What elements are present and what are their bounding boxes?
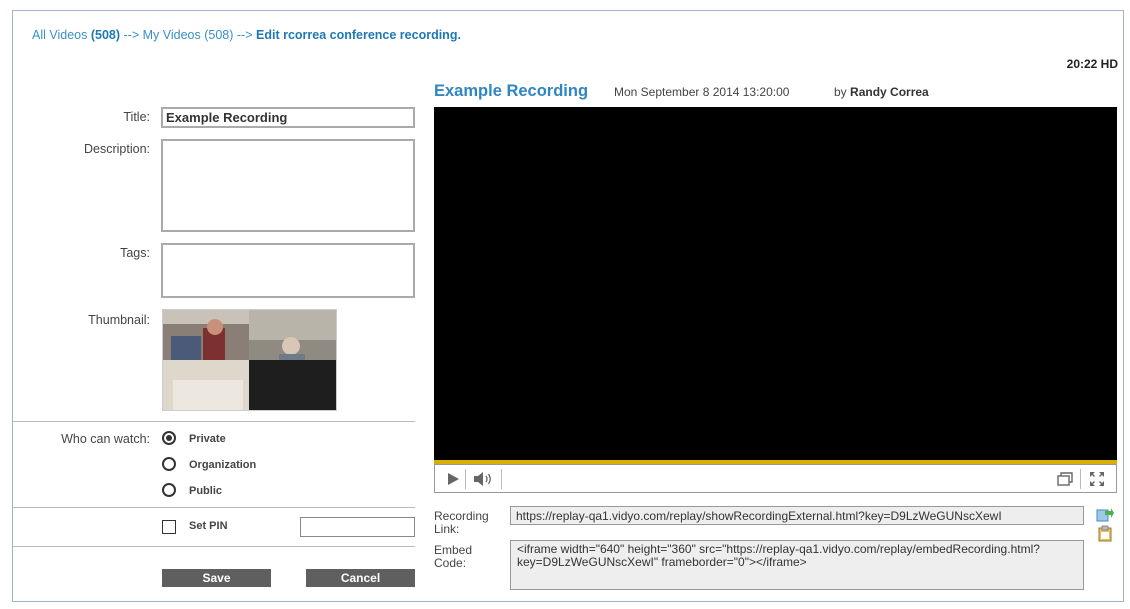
player-controls: [434, 464, 1117, 493]
control-separator: [1080, 469, 1081, 489]
video-date: Mon September 8 2014 13:20:00: [614, 85, 790, 99]
breadcrumb-my-videos[interactable]: My Videos (508): [143, 28, 234, 42]
title-input[interactable]: Example Recording: [161, 107, 415, 128]
control-separator: [501, 469, 502, 489]
recording-link-label: Recording Link:: [434, 509, 489, 536]
public-radio[interactable]: [162, 483, 176, 497]
title-label: Title:: [123, 110, 150, 124]
breadcrumb-current: Edit rcorrea conference recording.: [256, 28, 461, 42]
set-pin-checkbox[interactable]: [162, 520, 176, 534]
public-label: Public: [189, 485, 223, 497]
video-player[interactable]: [434, 107, 1117, 493]
play-icon[interactable]: [446, 472, 460, 486]
private-label: Private: [189, 433, 226, 445]
popout-icon[interactable]: [1057, 472, 1073, 486]
video-author: by Randy Correa: [834, 85, 929, 99]
thumbnail-image[interactable]: [162, 309, 337, 411]
recording-link-field[interactable]: https://replay-qa1.vidyo.com/replay/show…: [510, 506, 1084, 525]
description-label: Description:: [84, 142, 150, 156]
tags-label: Tags:: [120, 246, 150, 260]
save-button[interactable]: Save: [162, 569, 271, 587]
divider: [13, 421, 415, 422]
organization-radio[interactable]: [162, 457, 176, 471]
embed-code-label: Embed Code:: [434, 543, 473, 570]
tags-input[interactable]: [161, 243, 415, 298]
thumbnail-picture: [163, 310, 336, 410]
copy-link-icon[interactable]: [1096, 507, 1114, 523]
set-pin-label: Set PIN: [189, 520, 228, 532]
thumbnail-label: Thumbnail:: [88, 313, 150, 327]
breadcrumb-all-videos[interactable]: All Videos (508): [32, 28, 120, 42]
control-separator: [465, 469, 466, 489]
cancel-button[interactable]: Cancel: [306, 569, 415, 587]
clipboard-icon[interactable]: [1098, 525, 1112, 542]
divider: [13, 546, 415, 547]
divider: [13, 507, 415, 508]
breadcrumb: All Videos (508) --> My Videos (508) -->…: [32, 28, 461, 42]
private-radio[interactable]: [162, 431, 176, 445]
embed-code-field[interactable]: <iframe width="640" height="360" src="ht…: [510, 540, 1084, 590]
description-textarea[interactable]: [161, 139, 415, 232]
organization-label: Organization: [189, 459, 257, 471]
volume-icon[interactable]: [473, 471, 495, 487]
who-can-watch-label: Who can watch:: [61, 432, 150, 446]
fullscreen-icon[interactable]: [1089, 471, 1105, 487]
duration-label: 20:22 HD: [1066, 57, 1118, 71]
pin-input[interactable]: [300, 517, 415, 537]
video-title: Example Recording: [434, 82, 589, 100]
